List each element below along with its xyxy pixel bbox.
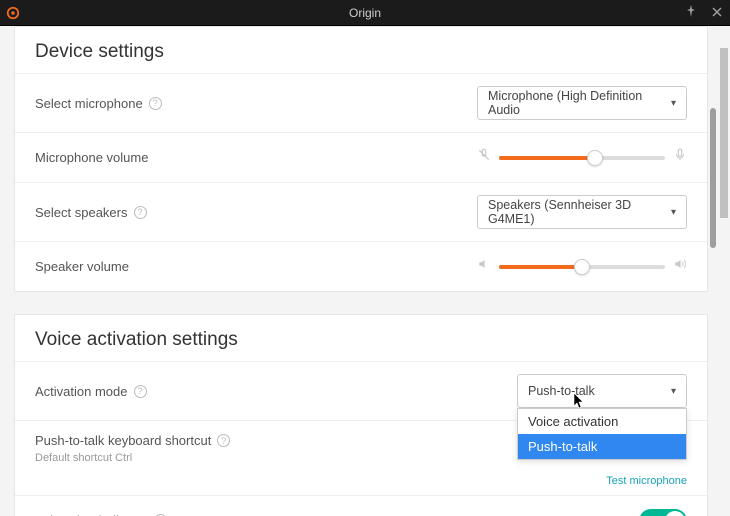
- microphone-volume-slider[interactable]: [499, 156, 665, 160]
- pin-icon[interactable]: [682, 5, 700, 20]
- titlebar: Origin: [0, 0, 730, 26]
- microphone-volume-label: Microphone volume: [35, 150, 148, 165]
- chevron-down-icon: ▾: [671, 207, 676, 218]
- select-speakers-row: Select speakers ? Speakers (Sennheiser 3…: [15, 182, 707, 241]
- mic-mute-icon: [477, 148, 491, 167]
- activation-mode-dropdown: Voice activation Push-to-talk: [517, 408, 687, 460]
- select-microphone-label: Select microphone: [35, 96, 143, 111]
- select-microphone-row: Select microphone ? Microphone (High Def…: [15, 73, 707, 132]
- inner-scrollbar-thumb[interactable]: [710, 108, 716, 248]
- content-area: Device settings Select microphone ? Micr…: [0, 26, 730, 516]
- app-window: Origin Device settings Select microphone…: [0, 0, 730, 516]
- speaker-mute-icon: [477, 257, 491, 276]
- test-microphone-link[interactable]: Test microphone: [606, 475, 687, 487]
- help-icon[interactable]: ?: [217, 434, 230, 447]
- microphone-select[interactable]: Microphone (High Definition Audio ▾: [477, 86, 687, 120]
- speaker-volume-slider[interactable]: [499, 265, 665, 269]
- toggle-knob: [665, 511, 685, 516]
- voice-chat-indicator-toggle[interactable]: I: [639, 509, 687, 516]
- speakers-select-value: Speakers (Sennheiser 3D G4ME1): [488, 198, 671, 226]
- microphone-select-value: Microphone (High Definition Audio: [488, 89, 671, 117]
- mic-icon: [673, 148, 687, 167]
- outer-scrollbar-thumb[interactable]: [720, 48, 728, 218]
- speakers-select[interactable]: Speakers (Sennheiser 3D G4ME1) ▾: [477, 195, 687, 229]
- chevron-down-icon: ▾: [671, 386, 676, 397]
- device-settings-heading: Device settings: [15, 27, 707, 73]
- ptt-shortcut-label: Push-to-talk keyboard shortcut: [35, 433, 211, 448]
- speaker-volume-row: Speaker volume: [15, 241, 707, 291]
- activation-mode-select[interactable]: Push-to-talk ▾: [517, 374, 687, 408]
- help-icon[interactable]: ?: [134, 385, 147, 398]
- speaker-volume-label: Speaker volume: [35, 259, 129, 274]
- activation-mode-value: Push-to-talk: [528, 384, 595, 398]
- select-speakers-label: Select speakers: [35, 205, 128, 220]
- microphone-volume-row: Microphone volume: [15, 132, 707, 182]
- voice-activation-card: Voice activation settings Activation mod…: [14, 314, 708, 516]
- activation-mode-option-voice[interactable]: Voice activation: [518, 409, 686, 434]
- speaker-icon: [673, 257, 687, 276]
- ptt-shortcut-hint: Default shortcut Ctrl: [35, 452, 230, 464]
- activation-mode-option-ptt[interactable]: Push-to-talk: [518, 434, 686, 459]
- voice-chat-indicator-row: Voice chat indicator ? I: [15, 495, 707, 516]
- chevron-down-icon: ▾: [671, 98, 676, 109]
- activation-mode-row: Activation mode ? Push-to-talk ▾ Voice a…: [15, 361, 707, 420]
- window-controls: [682, 0, 726, 25]
- window-title: Origin: [0, 6, 730, 20]
- help-icon[interactable]: ?: [149, 97, 162, 110]
- voice-activation-heading: Voice activation settings: [15, 315, 707, 361]
- activation-mode-label: Activation mode: [35, 384, 128, 399]
- help-icon[interactable]: ?: [134, 206, 147, 219]
- device-settings-card: Device settings Select microphone ? Micr…: [14, 26, 708, 292]
- close-icon[interactable]: [708, 6, 726, 20]
